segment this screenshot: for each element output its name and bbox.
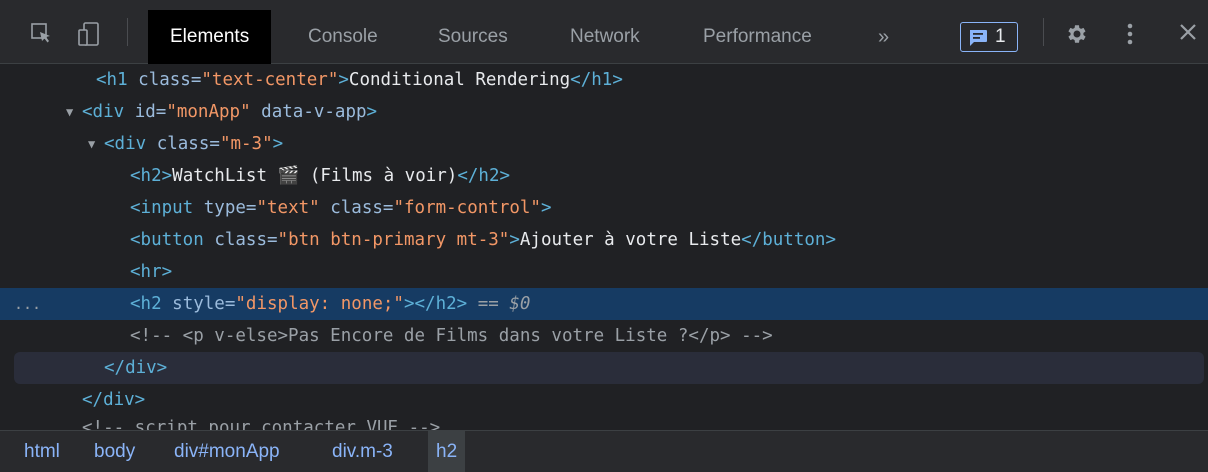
tab-elements[interactable]: Elements (148, 10, 272, 64)
devtools-panel: Elements Console Sources Network Perform… (0, 0, 1208, 472)
tab-sources[interactable]: Sources (438, 10, 508, 64)
tab-performance[interactable]: Performance (703, 10, 812, 64)
node-actions-ellipsis[interactable]: ... (14, 288, 41, 320)
dom-node-h2-selected[interactable]: ... <h2 style="display: none;"></h2> == … (0, 288, 1208, 320)
close-icon[interactable] (1178, 22, 1198, 47)
dom-node-div-m3-close[interactable]: </div> (14, 352, 1204, 384)
breadcrumb-body[interactable]: body (86, 431, 143, 472)
dom-node-div-m3[interactable]: ▼ <div class="m-3"> (0, 128, 1208, 160)
device-toolbar-icon[interactable] (78, 22, 100, 51)
dom-node-h2[interactable]: <h2>WatchList 🎬 (Films à voir)</h2> (0, 160, 1208, 192)
toolbar-divider (1043, 18, 1044, 46)
breadcrumb-html[interactable]: html (16, 431, 68, 472)
breadcrumb-h2[interactable]: h2 (428, 431, 466, 472)
expand-triangle-icon[interactable]: ▼ (88, 128, 95, 160)
dom-node-hr[interactable]: <hr> (0, 256, 1208, 288)
dom-node-comment[interactable]: <!-- <p v-else>Pas Encore de Films dans … (0, 320, 1208, 352)
issues-counter-button[interactable]: 1 (960, 22, 1018, 52)
selected-node-marker: == $0 (477, 294, 531, 314)
dom-node-input[interactable]: <input type="text" class="form-control"> (0, 192, 1208, 224)
breadcrumb-div-monapp[interactable]: div#monApp (166, 431, 288, 472)
issues-count: 1 (995, 26, 1006, 47)
more-tabs-button[interactable]: » (878, 10, 889, 64)
breadcrumb-div-m3[interactable]: div.m-3 (324, 431, 401, 472)
expand-triangle-icon[interactable]: ▼ (66, 96, 73, 128)
tab-console[interactable]: Console (308, 10, 378, 64)
dom-node-h1[interactable]: <h1 class="text-center">Conditional Rend… (0, 64, 1208, 96)
tab-network[interactable]: Network (570, 10, 640, 64)
toolbar-divider (127, 18, 128, 46)
inspect-element-icon[interactable] (30, 22, 52, 49)
dom-node-button[interactable]: <button class="btn btn-primary mt-3">Ajo… (0, 224, 1208, 256)
message-icon (968, 29, 988, 52)
kebab-menu-icon[interactable] (1126, 22, 1134, 51)
dom-tree: <h1 class="text-center">Conditional Rend… (0, 64, 1208, 438)
gear-icon[interactable] (1064, 22, 1088, 51)
devtools-toolbar: Elements Console Sources Network Perform… (0, 0, 1208, 64)
breadcrumb: html body div#monApp div.m-3 h2 (0, 430, 1208, 472)
dom-node-div-monapp[interactable]: ▼ <div id="monApp" data-v-app> (0, 96, 1208, 128)
